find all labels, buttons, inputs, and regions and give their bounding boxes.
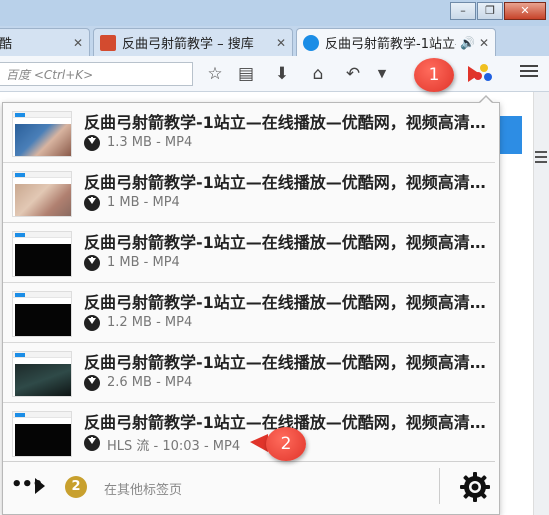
download-icon[interactable] [84, 135, 100, 151]
minimize-button[interactable]: – [450, 2, 476, 20]
item-meta: HLS 流 - 10:03 - MP4 [107, 439, 241, 454]
search-input[interactable]: 百度 <Ctrl+K> [0, 62, 193, 86]
tab-label: 反曲弓射箭教学-1站立– [325, 37, 456, 52]
play-icon[interactable] [35, 478, 45, 494]
back-icon[interactable]: ↶ [341, 62, 365, 86]
list-item[interactable]: 反曲弓射箭教学-1站立—在线播放—优酷网，视频高清在线观看 1.3 MB - M… [3, 103, 495, 163]
panel-footer: ••• 2 在其他标签页 [3, 461, 495, 511]
other-tabs-link[interactable]: 在其他标签页 [104, 479, 182, 498]
item-meta: 1.2 MB - MP4 [107, 315, 193, 330]
item-title: 反曲弓射箭教学-1站立—在线播放—优酷网，视频高清在线观看 [84, 353, 489, 372]
close-tab-icon[interactable]: ✕ [276, 36, 286, 50]
item-title: 反曲弓射箭教学-1站立—在线播放—优酷网，视频高清在线观看 [84, 113, 489, 132]
dropdown-icon[interactable]: ▼ [370, 62, 394, 86]
item-meta: 1 MB - MP4 [107, 255, 180, 270]
restore-button[interactable]: ❐ [477, 2, 503, 20]
item-title: 反曲弓射箭教学-1站立—在线播放—优酷网，视频高清在线观看 [84, 293, 489, 312]
reader-icon[interactable]: ▤ [234, 62, 258, 86]
item-title: 反曲弓射箭教学-1站立—在线播放—优酷网，视频高清在线观看 [84, 173, 489, 192]
video-thumbnail [12, 171, 72, 217]
download-icon[interactable]: ⬇ [270, 62, 294, 86]
youku-favicon-icon [303, 34, 319, 51]
tab-3-active[interactable]: 反曲弓射箭教学-1站立– 🔊 ✕ [296, 28, 496, 56]
soku-favicon-icon [100, 34, 116, 51]
tab-1[interactable]: 酷 ✕ [0, 28, 90, 56]
home-icon[interactable]: ⌂ [306, 62, 330, 86]
video-thumbnail [12, 351, 72, 397]
close-tab-icon[interactable]: ✕ [479, 36, 489, 50]
callout-2: 2 [266, 427, 306, 461]
video-thumbnail [12, 291, 72, 337]
download-icon[interactable] [84, 375, 100, 391]
list-item[interactable]: 反曲弓射箭教学-1站立—在线播放—优酷网，视频高清在线观看 1 MB - MP4 [3, 223, 495, 283]
page-menu-icon[interactable] [535, 148, 547, 166]
download-icon[interactable] [84, 435, 100, 451]
video-thumbnail [12, 411, 72, 457]
download-icon[interactable] [84, 315, 100, 331]
download-icon[interactable] [84, 255, 100, 271]
list-item[interactable]: 反曲弓射箭教学-1站立—在线播放—优酷网，视频高清在线观看 2.6 MB - M… [3, 343, 495, 403]
video-thumbnail [12, 111, 72, 157]
list-item[interactable]: 反曲弓射箭教学-1站立—在线播放—优酷网，视频高清在线观看 1.2 MB - M… [3, 283, 495, 343]
menu-icon[interactable] [518, 62, 540, 82]
footer-divider [439, 468, 440, 504]
tab-2[interactable]: 反曲弓射箭教学 – 搜库 ✕ [93, 28, 293, 56]
window-controls: – ❐ ✕ [449, 2, 546, 20]
item-meta: 1.3 MB - MP4 [107, 135, 193, 150]
count-badge: 2 [65, 476, 87, 498]
tab-strip: 酷 ✕ 反曲弓射箭教学 – 搜库 ✕ 反曲弓射箭教学-1站立– 🔊 ✕ + [0, 26, 549, 78]
tab-label: 酷 [0, 37, 13, 52]
callout-1: 1 [414, 58, 454, 92]
item-title: 反曲弓射箭教学-1站立—在线播放—优酷网，视频高清在线观看 [84, 233, 489, 252]
close-window-button[interactable]: ✕ [504, 2, 546, 20]
tab-label: 反曲弓射箭教学 – 搜库 [122, 37, 254, 52]
download-icon[interactable] [84, 195, 100, 211]
item-meta: 1 MB - MP4 [107, 195, 180, 210]
item-meta: 2.6 MB - MP4 [107, 375, 193, 390]
star-icon[interactable]: ☆ [203, 62, 227, 86]
window-titlebar: – ❐ ✕ [0, 0, 549, 26]
speaker-icon[interactable]: 🔊 [460, 36, 475, 50]
video-thumbnail [12, 231, 72, 277]
close-tab-icon[interactable]: ✕ [73, 36, 83, 50]
gear-icon[interactable] [459, 471, 491, 503]
list-item[interactable]: 反曲弓射箭教学-1站立—在线播放—优酷网，视频高清在线观看 1 MB - MP4 [3, 163, 495, 223]
